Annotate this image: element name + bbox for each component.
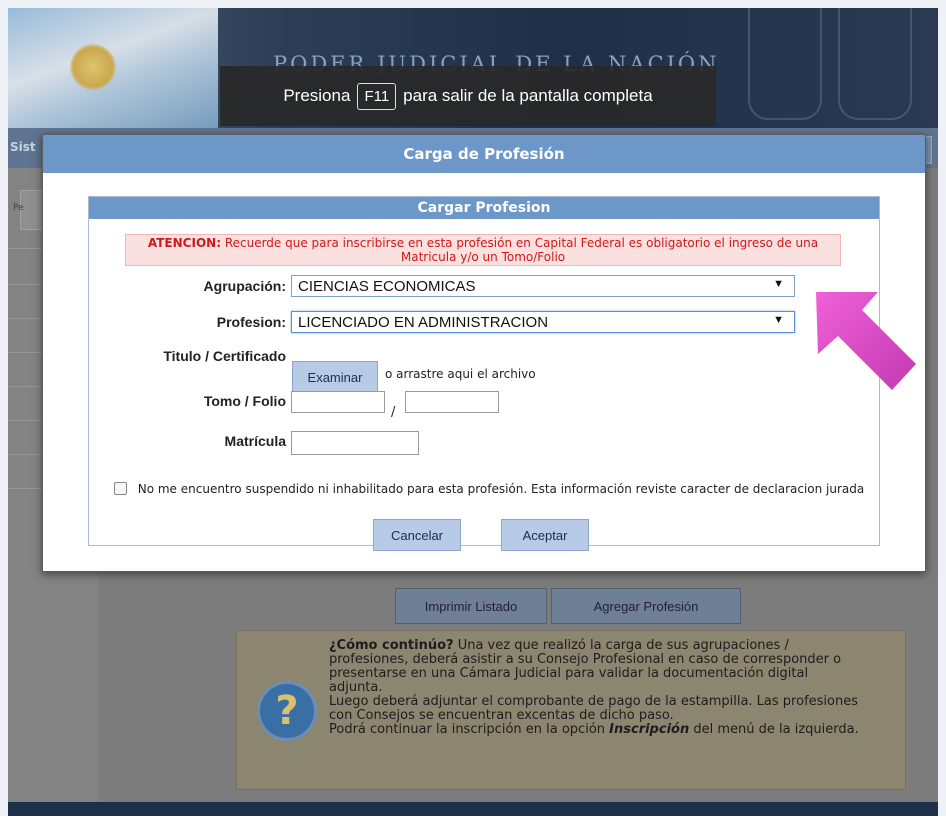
info-text-3a: Podrá continuar la inscripción en la opc…: [329, 722, 610, 737]
agrupacion-label: Agrupación:: [203, 278, 286, 294]
warning-message: ATENCION: Recuerde que para inscribirse …: [125, 234, 841, 266]
info-text: ¿Cómo continúo? Una vez que realizó la c…: [329, 639, 859, 737]
panel-title: Cargar Profesion: [89, 197, 879, 219]
file-drop-hint: o arrastre aqui el archivo: [385, 367, 536, 381]
question-icon: ?: [257, 681, 317, 741]
folio-input[interactable]: [405, 391, 499, 413]
info-text-3c: del menú de la izquierda.: [689, 722, 859, 737]
declaration-text: No me encuentro suspendido ni inhabilita…: [137, 482, 865, 496]
fullscreen-notice-suffix: para salir de la pantalla completa: [403, 86, 653, 105]
agrupacion-select[interactable]: CIENCIAS ECONOMICAS ▼: [291, 275, 795, 297]
modal-title: Carga de Profesión: [43, 135, 925, 173]
declaration-checkbox[interactable]: [114, 482, 127, 495]
warning-label: ATENCION:: [147, 236, 221, 250]
sidebar-label: Pe: [13, 203, 24, 213]
cargar-profesion-panel: Cargar Profesion ATENCION: Recuerde que …: [88, 196, 880, 551]
matricula-input[interactable]: [291, 431, 419, 455]
sun-emblem: [70, 44, 116, 90]
examinar-button[interactable]: Examinar: [292, 361, 378, 393]
matricula-label: Matrícula: [224, 433, 286, 449]
titulo-label: Titulo / Certificado: [163, 348, 286, 364]
argentina-flag-image: [8, 8, 218, 128]
scales-of-justice-image: [838, 8, 912, 120]
print-list-button[interactable]: Imprimir Listado: [395, 588, 547, 624]
tomo-folio-separator: /: [391, 405, 396, 420]
scales-of-justice-image: [748, 8, 822, 120]
fullscreen-notice-prefix: Presiona: [283, 86, 351, 105]
tomo-folio-label: Tomo / Folio: [203, 393, 286, 409]
info-box: ? ¿Cómo continúo? Una vez que realizó la…: [236, 630, 906, 790]
navbar-title: Sist: [10, 140, 36, 154]
f11-key-badge: F11: [357, 82, 397, 110]
info-text-2: Luego deberá adjuntar el comprobante de …: [329, 694, 858, 723]
cancel-button[interactable]: Cancelar: [373, 519, 461, 551]
carga-profesion-modal: Carga de Profesión Cargar Profesion ATEN…: [42, 134, 926, 572]
info-inscripcion-link: Inscripción: [609, 722, 690, 737]
accept-button[interactable]: Aceptar: [501, 519, 589, 551]
profesion-value: LICENCIADO EN ADMINISTRACION: [298, 314, 549, 331]
fullscreen-notice: Presiona F11 para salir de la pantalla c…: [220, 66, 716, 126]
profesion-label: Profesion:: [216, 314, 286, 330]
warning-text: Recuerde que para inscribirse en esta pr…: [221, 236, 819, 264]
header-banner: PODER JUDICIAL DE LA NACIÓN Presiona F11…: [8, 8, 938, 128]
footer: [8, 802, 938, 816]
info-question: ¿Cómo continúo?: [329, 638, 454, 653]
chevron-down-icon: ▼: [773, 314, 784, 326]
pointer-arrow-icon: [816, 292, 916, 390]
tomo-input[interactable]: [291, 391, 385, 413]
add-profession-button[interactable]: Agregar Profesión: [551, 588, 741, 624]
agrupacion-value: CIENCIAS ECONOMICAS: [298, 278, 476, 295]
profesion-select[interactable]: LICENCIADO EN ADMINISTRACION ▼: [291, 311, 795, 333]
chevron-down-icon: ▼: [773, 278, 784, 290]
